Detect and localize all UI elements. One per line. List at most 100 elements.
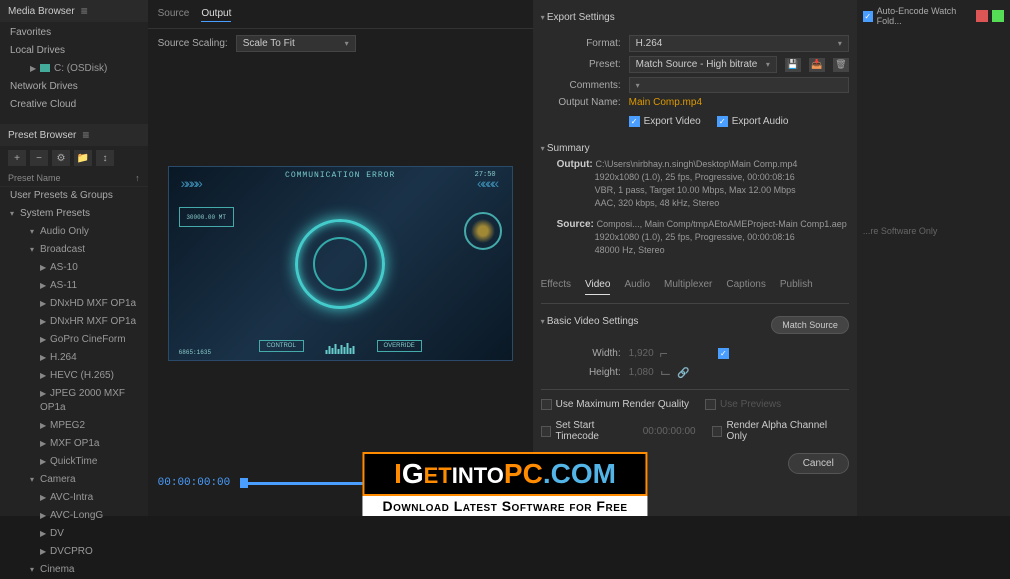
preset-item[interactable]: ▶DVCPRO xyxy=(0,543,148,561)
settings-tab-captions[interactable]: Captions xyxy=(726,279,765,295)
remove-preset-button[interactable]: − xyxy=(30,150,48,166)
link-bracket: ⌙ xyxy=(660,364,672,381)
max-render-checkbox[interactable]: Use Maximum Render Quality xyxy=(541,399,689,410)
output-name-link[interactable]: Main Comp.mp4 xyxy=(629,97,702,108)
preview-area: »»»» COMMUNICATION ERROR 27:50 »»»» 3000… xyxy=(148,58,533,469)
panel-menu-icon[interactable]: ≡ xyxy=(81,4,88,18)
use-previews-checkbox: Use Previews xyxy=(705,399,781,410)
tab-source[interactable]: Source xyxy=(158,6,190,22)
format-dropdown[interactable]: H.264 xyxy=(629,35,849,52)
settings-tab-multiplexer[interactable]: Multiplexer xyxy=(664,279,712,295)
hud-override-label: OVERRIDE xyxy=(377,340,422,352)
comments-row: Comments: xyxy=(541,77,849,93)
preset-settings-button[interactable]: ⚙ xyxy=(52,150,70,166)
watermark-logo: IGETINTOPC.COM xyxy=(362,452,647,496)
width-label: Width: xyxy=(541,348,621,359)
tab-output[interactable]: Output xyxy=(201,6,231,22)
comments-label: Comments: xyxy=(541,80,621,91)
preset-dropdown[interactable]: Match Source - High bitrate xyxy=(629,56,777,73)
auto-encode-checkbox[interactable]: ✓ xyxy=(863,11,873,22)
timecode-display[interactable]: 00:00:00:00 xyxy=(158,477,231,489)
media-browser-tree: Favorites Local Drives ▶C: (OSDisk) Netw… xyxy=(0,22,148,116)
preset-item[interactable]: ▶QuickTime xyxy=(0,453,148,471)
preset-item[interactable]: ▶DV xyxy=(0,525,148,543)
settings-tab-effects[interactable]: Effects xyxy=(541,279,571,295)
playhead[interactable] xyxy=(240,478,248,488)
match-source-button[interactable]: Match Source xyxy=(771,316,849,334)
system-presets[interactable]: ▾System Presets xyxy=(0,205,148,223)
preset-item[interactable]: ▶JPEG 2000 MXF OP1a xyxy=(0,385,148,417)
hud-chevrons: »»»» xyxy=(480,175,499,191)
preset-item[interactable]: ▶AVC-LongG xyxy=(0,507,148,525)
link-dimensions-icon[interactable]: 🔗 xyxy=(677,368,691,378)
settings-tab-video[interactable]: Video xyxy=(585,279,610,295)
basic-video-header[interactable]: Basic Video Settings Match Source xyxy=(541,312,849,331)
cancel-button[interactable]: Cancel xyxy=(788,453,849,474)
preset-item[interactable]: ▶MPEG2 xyxy=(0,417,148,435)
preset-browser-title: Preset Browser xyxy=(8,130,76,141)
export-checkboxes: ✓Export Video ✓Export Audio xyxy=(541,112,849,131)
output-name-label: Output Name: xyxy=(541,97,621,108)
add-preset-button[interactable]: + xyxy=(8,150,26,166)
preset-sort-button[interactable]: ↕ xyxy=(96,150,114,166)
render-alpha-checkbox[interactable]: Render Alpha Channel Only xyxy=(712,420,849,442)
preset-item[interactable]: ▶DNxHR MXF OP1a xyxy=(0,313,148,331)
preset-item[interactable]: ▾Audio Only xyxy=(0,223,148,241)
preset-item[interactable]: ▶AS-11 xyxy=(0,277,148,295)
local-drives-node[interactable]: Local Drives xyxy=(0,42,148,60)
favorites-node[interactable]: Favorites xyxy=(0,24,148,42)
import-preset-icon[interactable]: 📥 xyxy=(809,58,825,72)
creative-cloud-node[interactable]: Creative Cloud xyxy=(0,96,148,114)
preview-panel: Source Output Source Scaling: Scale To F… xyxy=(148,0,533,516)
link-bracket: ⌐ xyxy=(660,345,668,361)
preset-item[interactable]: ▶AVC-Intra xyxy=(0,489,148,507)
start-queue-button[interactable] xyxy=(992,10,1004,22)
watermark-subtitle: Download Latest Software for Free xyxy=(362,496,647,516)
media-browser-title: Media Browser xyxy=(8,6,75,17)
video-settings-section: Basic Video Settings Match Source Width:… xyxy=(541,312,849,381)
source-summary: Source: Composi..., Main Comp/tmpAEtoAME… xyxy=(541,214,849,261)
start-timecode-checkbox[interactable]: Set Start Timecode 00:00:00:00 xyxy=(541,420,696,442)
queue-header: ✓ Auto-Encode Watch Fold... xyxy=(863,6,1004,26)
preset-item[interactable]: ▶H.264 xyxy=(0,349,148,367)
hud-radar xyxy=(464,212,502,250)
preset-toolbar: + − ⚙ 📁 ↕ xyxy=(0,146,148,170)
c-drive-node[interactable]: ▶C: (OSDisk) xyxy=(0,60,148,78)
comments-input[interactable] xyxy=(629,77,849,93)
width-match-checkbox[interactable]: ✓ xyxy=(718,348,729,359)
stop-queue-button[interactable] xyxy=(976,10,988,22)
panel-menu-icon[interactable]: ≡ xyxy=(82,128,89,142)
width-value[interactable]: 1,920 xyxy=(629,348,654,359)
preset-item[interactable]: ▶MXF OP1a xyxy=(0,435,148,453)
bottom-options: Use Maximum Render Quality Use Previews … xyxy=(541,389,849,445)
auto-encode-label: Auto-Encode Watch Fold... xyxy=(877,6,972,26)
preset-new-folder-button[interactable]: 📁 xyxy=(74,150,92,166)
export-audio-checkbox[interactable]: ✓Export Audio xyxy=(717,116,789,127)
settings-tab-publish[interactable]: Publish xyxy=(780,279,813,295)
preset-item[interactable]: ▾Cinema xyxy=(0,561,148,579)
export-video-checkbox[interactable]: ✓Export Video xyxy=(629,116,701,127)
export-settings-panel: Export Settings Format: H.264 Preset: Ma… xyxy=(533,0,857,516)
queue-panel: ✓ Auto-Encode Watch Fold... ...re Softwa… xyxy=(857,0,1010,516)
delete-preset-icon[interactable]: 🗑 xyxy=(833,58,849,72)
preset-list: ▾Audio Only▾Broadcast▶AS-10▶AS-11▶DNxHD … xyxy=(0,223,148,579)
output-name-row: Output Name: Main Comp.mp4 xyxy=(541,97,849,108)
user-presets-groups[interactable]: User Presets & Groups xyxy=(0,187,148,205)
scaling-dropdown[interactable]: Scale To Fit xyxy=(236,35,356,52)
height-value[interactable]: 1,080 xyxy=(629,367,654,378)
preset-item[interactable]: ▶AS-10 xyxy=(0,259,148,277)
output-summary: Output: C:\Users\nirbhay.n.singh\Desktop… xyxy=(541,154,849,214)
preset-item[interactable]: ▶HEVC (H.265) xyxy=(0,367,148,385)
save-preset-icon[interactable]: 💾 xyxy=(785,58,801,72)
preset-item[interactable]: ▶GoPro CineForm xyxy=(0,331,148,349)
left-sidebar: Media Browser ≡ Favorites Local Drives ▶… xyxy=(0,0,148,516)
network-drives-node[interactable]: Network Drives xyxy=(0,78,148,96)
export-settings-header[interactable]: Export Settings xyxy=(541,8,849,31)
preview-frame: »»»» COMMUNICATION ERROR 27:50 »»»» 3000… xyxy=(168,166,513,361)
preset-item[interactable]: ▾Camera xyxy=(0,471,148,489)
settings-tab-audio[interactable]: Audio xyxy=(624,279,650,295)
preset-item[interactable]: ▾Broadcast xyxy=(0,241,148,259)
preset-item[interactable]: ▶DNxHD MXF OP1a xyxy=(0,295,148,313)
summary-header[interactable]: Summary xyxy=(541,143,849,154)
hud-reticle xyxy=(295,219,385,309)
